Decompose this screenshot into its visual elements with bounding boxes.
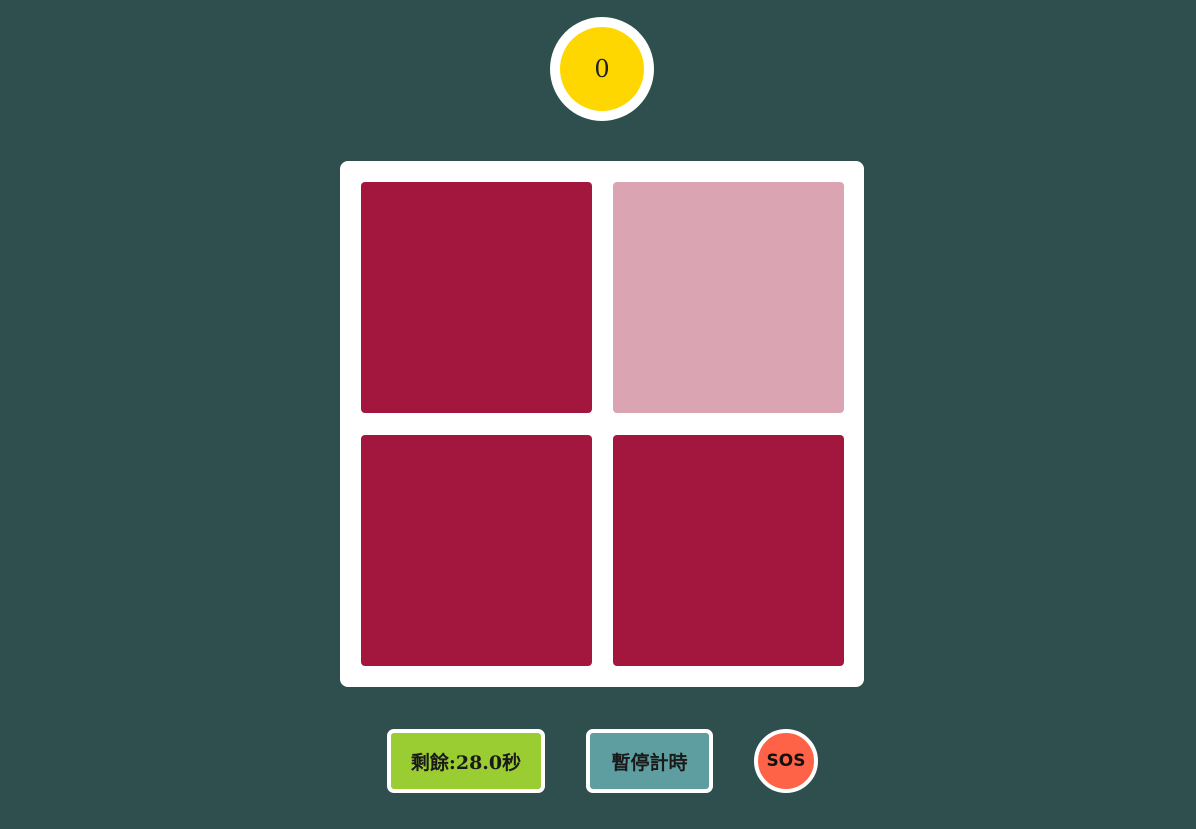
control-bar: 剩餘:28.0秒 暫停計時 SOS	[0, 729, 1196, 793]
timer-button[interactable]: 剩餘:28.0秒	[387, 729, 545, 793]
tile-3[interactable]	[361, 435, 592, 666]
tile-2[interactable]	[613, 182, 844, 413]
score-value: 0	[560, 27, 644, 111]
score-badge: 0	[550, 17, 654, 121]
tile-4[interactable]	[613, 435, 844, 666]
sos-button[interactable]: SOS	[754, 729, 818, 793]
tile-1[interactable]	[361, 182, 592, 413]
game-board	[340, 161, 864, 687]
pause-timer-button[interactable]: 暫停計時	[586, 729, 713, 793]
